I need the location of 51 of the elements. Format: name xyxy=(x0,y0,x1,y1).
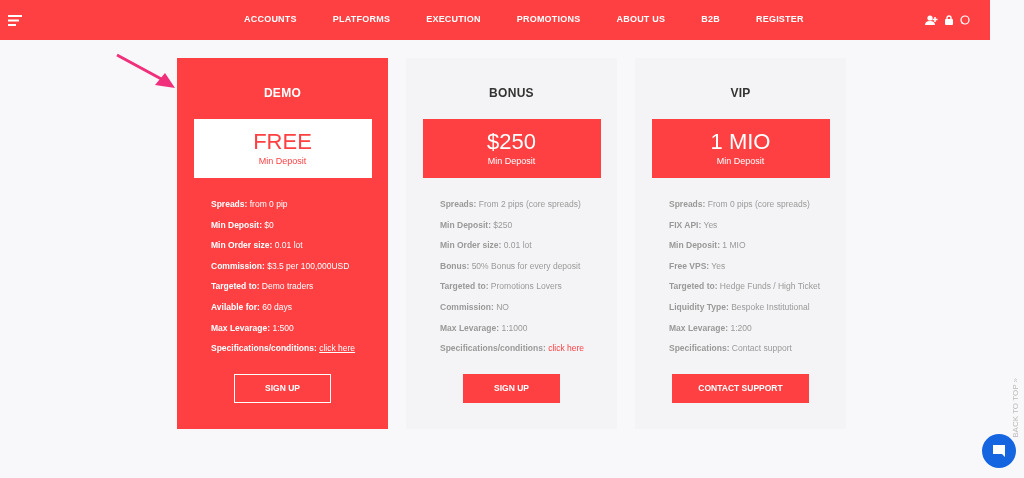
nav-link[interactable]: REGISTER xyxy=(755,13,804,27)
feature-text: Specifications: Contact support xyxy=(669,343,792,354)
feature-text: Spreads: from 0 pip xyxy=(211,199,288,209)
plan-title: DEMO xyxy=(263,85,302,102)
pointer-arrow xyxy=(115,53,177,89)
price-caption: Min Deposit xyxy=(487,154,536,168)
feature-text: Min Deposit: $250 xyxy=(440,219,513,230)
feature-text: Max Levarage: 1:500 xyxy=(211,322,294,333)
plan-title: BONUS xyxy=(489,85,534,102)
nav-link[interactable]: B2B xyxy=(701,13,720,27)
plan-title: VIP xyxy=(730,85,751,102)
nav-link[interactable]: ACCOUNTS xyxy=(244,13,297,27)
chat-bubble-icon xyxy=(991,443,1007,459)
feature-text: Free VPS: Yes xyxy=(669,260,726,271)
click-here-link[interactable]: click here xyxy=(548,343,585,354)
plan-button[interactable]: CONTACT SUPPORT xyxy=(672,374,809,404)
lock-icon[interactable] xyxy=(945,15,953,25)
feature-text: Max Levarage: 1:1000 xyxy=(440,322,528,333)
feature-text: Commission: $3.5 per 100,000USD xyxy=(211,260,350,271)
feature-text: Targeted to: Promotions Lovers xyxy=(440,281,562,292)
feature-text: Min Deposit: 1 MIO xyxy=(669,240,746,251)
plan-button[interactable]: SIGN UP xyxy=(234,374,331,404)
nav-link[interactable]: ABOUT US xyxy=(616,13,666,27)
price: $250 xyxy=(487,128,536,155)
price-caption: Min Deposit xyxy=(258,154,307,168)
nav-link[interactable]: EXECUTION xyxy=(426,13,481,27)
price: 1 MIO xyxy=(710,128,771,155)
feature-text: Min Order size: 0.01 lot xyxy=(211,240,303,251)
feature-text: Min Order size: 0.01 lot xyxy=(440,240,532,251)
feature-text: Targeted to: Demo traders xyxy=(211,281,314,292)
feature-text: Spreads: From 0 pips (core spreads) xyxy=(669,199,810,209)
feature-text: Max Levarage: 1:200 xyxy=(669,322,752,333)
back-to-top-link[interactable]: BACK TO TOP » xyxy=(1010,378,1022,438)
feature-text: Specifications/conditions: xyxy=(440,343,546,354)
click-here-link[interactable]: click here xyxy=(319,343,356,354)
feature-text: Avilable for: 60 days xyxy=(211,301,292,312)
menu-icon[interactable] xyxy=(8,14,22,26)
nav-link[interactable]: PLATFORMS xyxy=(332,13,391,27)
feature-text: Liquidity Type: Bespoke Institutional xyxy=(669,301,810,312)
feature-text: Bonus: 50% Bonus for every deposit xyxy=(440,260,581,271)
nav-link[interactable]: PROMOTIONS xyxy=(516,13,581,27)
feature-text: Min Deposit: $0 xyxy=(211,219,274,230)
feature-text: FIX API: Yes xyxy=(669,219,718,230)
feature-text: Targeted to: Hedge Funds / High Ticket xyxy=(669,281,820,292)
feature-text: Specifications/conditions: xyxy=(211,343,317,354)
price: FREE xyxy=(253,128,312,155)
price-caption: Min Deposit xyxy=(716,154,765,168)
plan-button[interactable]: SIGN UP xyxy=(463,374,560,404)
feature-text: Spreads: From 2 pips (core spreads) xyxy=(440,199,581,209)
feature-text: Commission: NO xyxy=(440,301,509,312)
add-user-icon[interactable] xyxy=(925,15,938,25)
